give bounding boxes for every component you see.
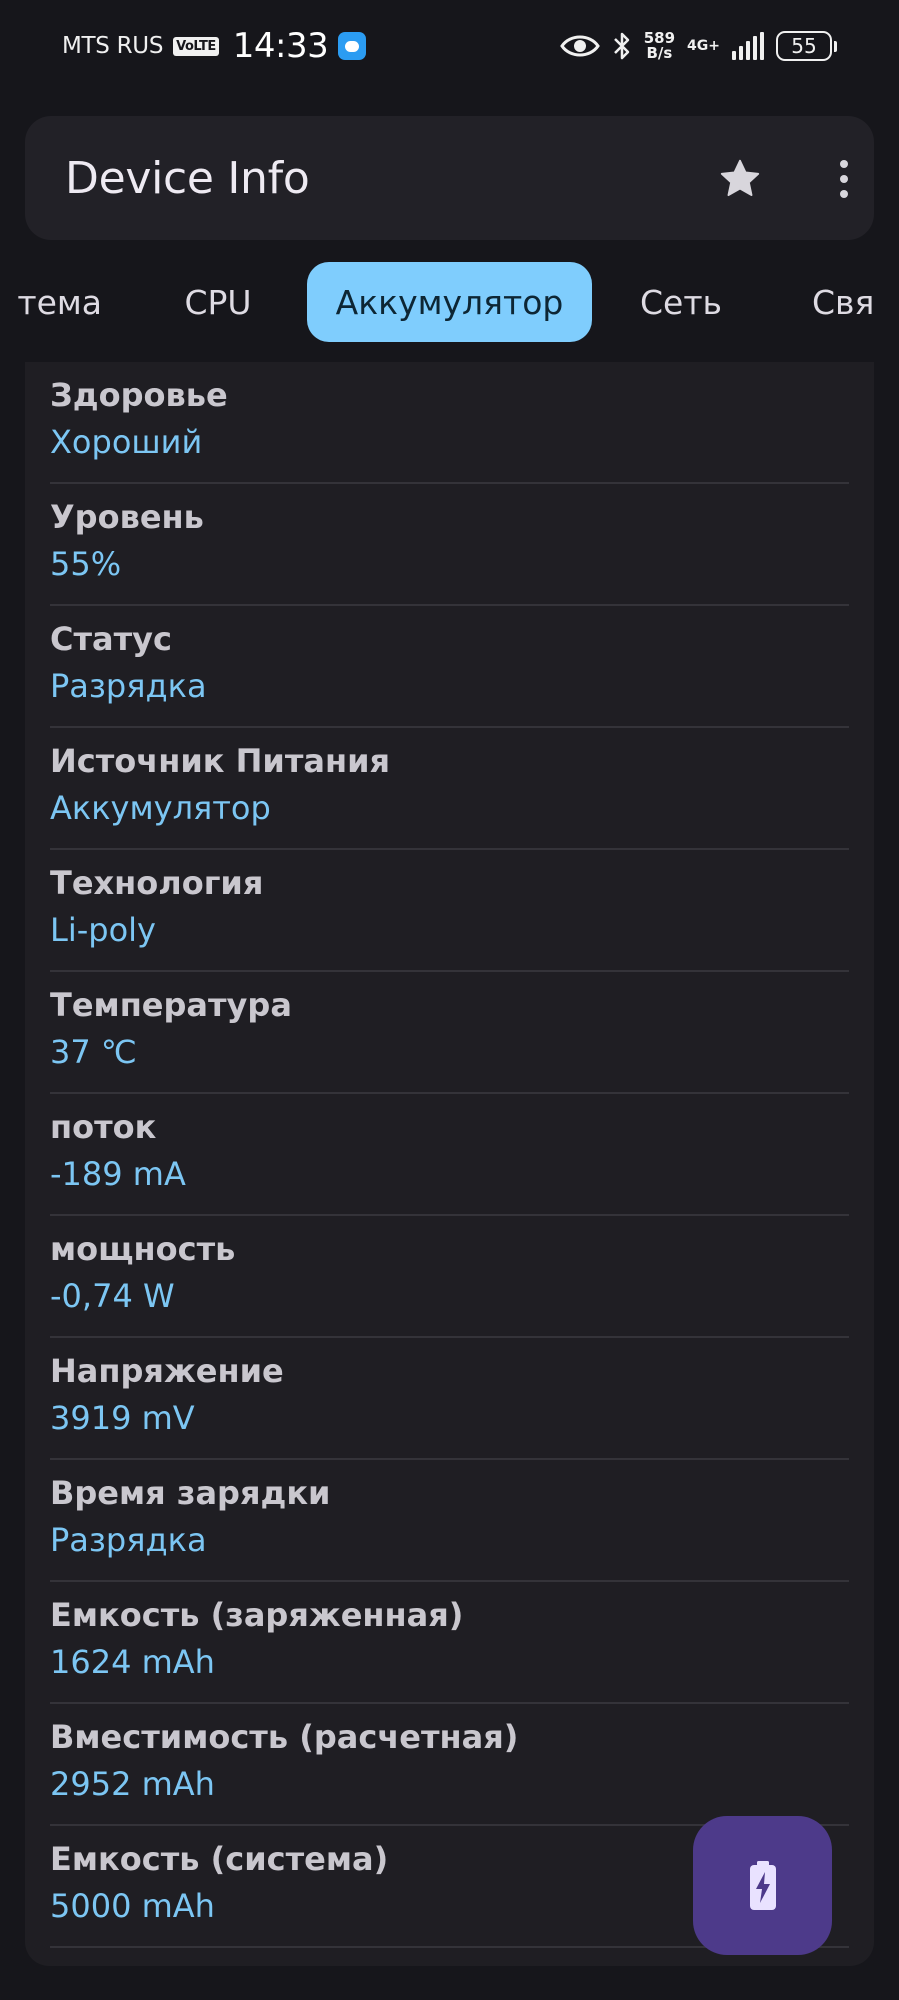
row-label: Здоровье [50, 376, 228, 414]
battery-fab-button[interactable] [693, 1816, 832, 1955]
battery-info-card: Здоровье Хороший Уровень 55% Статус Разр… [25, 362, 874, 1966]
info-row-capacity-estimated: Вместимость (расчетная) 2952 mAh [50, 1704, 849, 1826]
bluetooth-icon [613, 32, 629, 60]
more-options-button[interactable] [825, 152, 863, 206]
message-notification-icon [338, 32, 367, 60]
info-row-temperature: Температура 37 ℃ [50, 972, 849, 1094]
info-row-current: поток -189 mA [50, 1094, 849, 1216]
row-value: Разрядка [50, 667, 207, 705]
row-label: мощность [50, 1230, 236, 1268]
row-value: 3919 mV [50, 1399, 195, 1437]
row-value: Хороший [50, 423, 203, 461]
eye-icon [559, 35, 600, 57]
more-vert-icon-dot [840, 190, 848, 198]
tab-battery[interactable]: Аккумулятор [307, 262, 592, 342]
row-label: Емкость (заряженная) [50, 1596, 464, 1634]
volte-badge: VoLTE [173, 36, 219, 56]
row-label: Емкость (система) [50, 1840, 389, 1878]
clock: 14:33 [232, 26, 329, 66]
tab-network[interactable]: Сеть [620, 262, 742, 342]
row-value: 55% [50, 545, 122, 583]
tab-system[interactable]: тема [0, 262, 102, 342]
row-label: Напряжение [50, 1352, 284, 1390]
info-row-capacity-charged: Емкость (заряженная) 1624 mAh [50, 1582, 849, 1704]
row-label: Время зарядки [50, 1474, 331, 1512]
info-row-health: Здоровье Хороший [50, 362, 849, 484]
row-value: 37 ℃ [50, 1033, 137, 1071]
tab-cpu[interactable]: CPU [160, 262, 276, 342]
app-title: Device Info [65, 152, 310, 204]
row-label: Технология [50, 864, 264, 902]
network-speed: 589 B/s [644, 31, 675, 61]
info-row-power: мощность -0,74 W [50, 1216, 849, 1338]
row-value: Аккумулятор [50, 789, 271, 827]
info-row-charge-time: Время зарядки Разрядка [50, 1460, 849, 1582]
app-bar: Device Info [25, 116, 874, 240]
battery-level: 55 [776, 31, 832, 61]
row-label: Температура [50, 986, 292, 1024]
row-value: 5000 mAh [50, 1887, 215, 1925]
star-icon [720, 159, 760, 197]
status-bar-left: MTS RUS VoLTE 14:33 [62, 26, 367, 66]
more-vert-icon-dot [840, 175, 848, 183]
network-speed-unit: B/s [646, 44, 673, 62]
info-row-level: Уровень 55% [50, 484, 849, 606]
status-bar-right: 589 B/s 4G+ 55 [559, 31, 837, 61]
tab-label: Аккумулятор [335, 282, 564, 322]
network-type: 4G+ [687, 38, 720, 54]
row-label: Статус [50, 620, 172, 658]
tab-connectivity[interactable]: Свя [800, 262, 899, 342]
row-value: -0,74 W [50, 1277, 175, 1315]
favorite-button[interactable] [715, 154, 765, 204]
signal-strength-icon [732, 32, 764, 60]
row-label: Вместимость (расчетная) [50, 1718, 519, 1756]
row-value: 2952 mAh [50, 1765, 215, 1803]
info-row-voltage: Напряжение 3919 mV [50, 1338, 849, 1460]
row-value: -189 mA [50, 1155, 186, 1193]
tab-label: Свя [812, 282, 875, 322]
carrier-name: MTS RUS [62, 33, 164, 59]
row-value: 1624 mAh [50, 1643, 215, 1681]
tab-label: Сеть [639, 282, 723, 322]
info-row-status: Статус Разрядка [50, 606, 849, 728]
battery-charging-icon [749, 1860, 776, 1910]
info-row-power-source: Источник Питания Аккумулятор [50, 728, 849, 850]
more-vert-icon-dot [840, 160, 848, 168]
row-value: Разрядка [50, 1521, 207, 1559]
tab-label: тема [17, 282, 102, 322]
row-value: Li-poly [50, 911, 156, 949]
battery-status-icon: 55 [776, 31, 837, 61]
row-label: Уровень [50, 498, 204, 536]
tab-label: CPU [184, 282, 252, 322]
row-label: Источник Питания [50, 742, 391, 780]
info-row-technology: Технология Li-poly [50, 850, 849, 972]
status-bar: MTS RUS VoLTE 14:33 589 B/s 4G+ 55 [0, 0, 899, 92]
tab-bar: тема CPU Аккумулятор Сеть Свя [0, 262, 899, 344]
row-label: поток [50, 1108, 157, 1146]
